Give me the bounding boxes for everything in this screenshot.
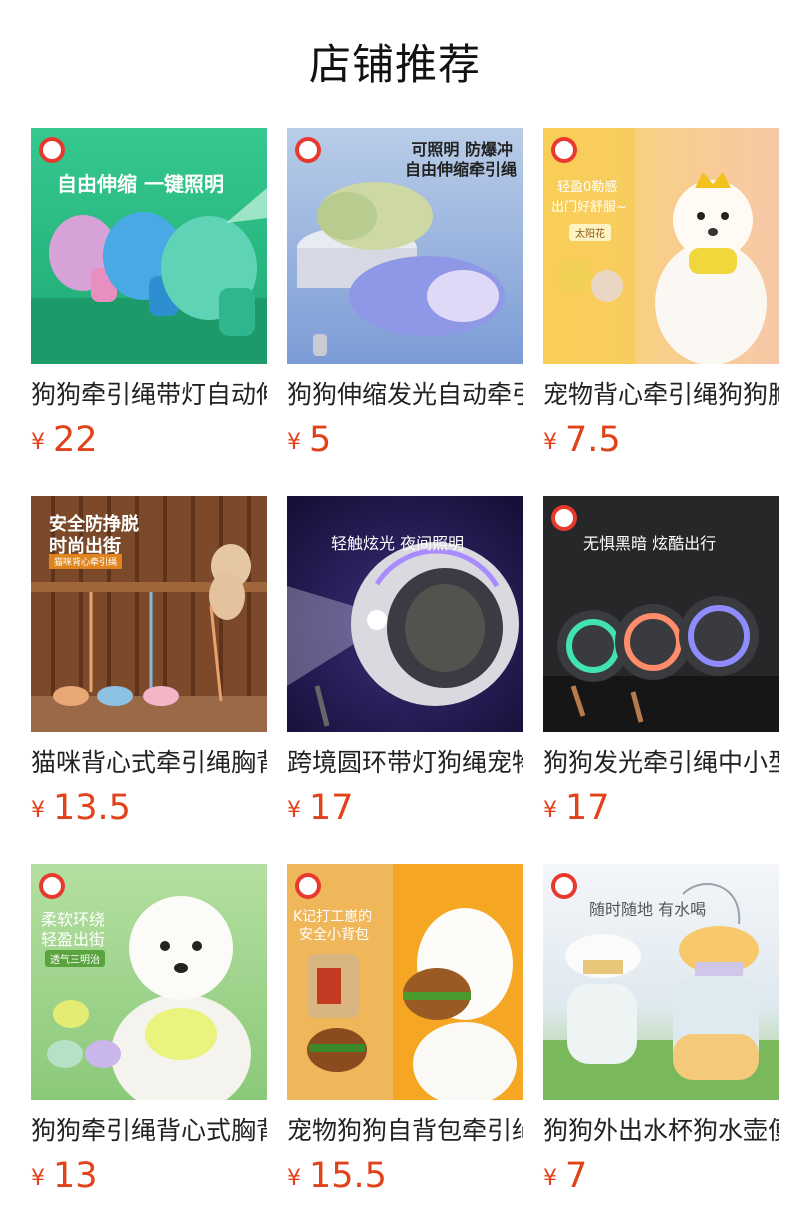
product-price: ¥13 [31, 1154, 267, 1198]
brand-logo-icon [295, 873, 321, 899]
product-name[interactable]: 狗狗伸缩发光自动牵引绳 [287, 378, 523, 412]
product-card[interactable]: 安全防挣脱 时尚出街 猫咪背心牵引绳 猫咪背心式牵引绳胸背带 ¥13.5 [31, 496, 267, 864]
product-image[interactable]: 安全防挣脱 时尚出街 猫咪背心牵引绳 [31, 496, 267, 732]
currency-symbol: ¥ [543, 430, 557, 455]
image-caption: 轻盈出街 [41, 930, 106, 949]
image-caption: 无惧黑暗 炫酷出行 [583, 534, 717, 553]
image-caption: 安全小背包 [299, 927, 369, 943]
product-image[interactable]: 随时随地 有水喝 [543, 864, 779, 1100]
price-value: 15.5 [309, 1156, 387, 1196]
currency-symbol: ¥ [31, 798, 45, 823]
product-name[interactable]: 宠物狗狗自背包牵引绳 [287, 1114, 523, 1148]
product-image[interactable]: 轻盈0勒感 出门好舒服~ 太阳花 [543, 128, 779, 364]
currency-symbol: ¥ [31, 430, 45, 455]
page-title: 店铺推荐 [308, 40, 481, 89]
price-value: 22 [53, 420, 98, 460]
product-price: ¥5 [287, 418, 523, 462]
product-price: ¥13.5 [31, 786, 267, 830]
product-name[interactable]: 跨境圆环带灯狗绳宠物牵引 [287, 746, 523, 780]
image-caption: 轻盈0勒感 [557, 180, 618, 195]
price-value: 13 [53, 1156, 98, 1196]
price-value: 17 [565, 788, 610, 828]
product-card[interactable]: 轻盈0勒感 出门好舒服~ 太阳花 宠物背心牵引绳狗狗胸背 ¥7.5 [543, 128, 779, 496]
product-card[interactable]: 无惧黑暗 炫酷出行 狗狗发光牵引绳中小型犬 ¥17 [543, 496, 779, 864]
image-caption: K记打工崽的 [293, 909, 373, 925]
product-card[interactable]: 可照明 防爆冲 自由伸缩牵引绳 狗狗伸缩发光自动牵引绳 ¥5 [287, 128, 523, 496]
product-name[interactable]: 狗狗牵引绳带灯自动伸缩 [31, 378, 267, 412]
image-caption: 随时随地 有水喝 [589, 900, 707, 919]
brand-logo-icon [295, 137, 321, 163]
product-image[interactable]: 柔软环绕 轻盈出街 透气三明治 [31, 864, 267, 1100]
price-value: 7 [565, 1156, 588, 1196]
product-name[interactable]: 狗狗发光牵引绳中小型犬 [543, 746, 779, 780]
price-value: 17 [309, 788, 354, 828]
product-card[interactable]: 轻触炫光 夜间照明 跨境圆环带灯狗绳宠物牵引 ¥17 [287, 496, 523, 864]
product-card[interactable]: 柔软环绕 轻盈出街 透气三明治 狗狗牵引绳背心式胸背带 ¥13 [31, 864, 267, 1232]
product-name[interactable]: 猫咪背心式牵引绳胸背带 [31, 746, 267, 780]
product-price: ¥17 [543, 786, 779, 830]
currency-symbol: ¥ [543, 798, 557, 823]
product-price: ¥22 [31, 418, 267, 462]
brand-logo-icon [551, 505, 577, 531]
product-grid: 自由伸缩 一键照明 狗狗牵引绳带灯自动伸缩 ¥22 [31, 128, 779, 1232]
product-image[interactable]: 自由伸缩 一键照明 [31, 128, 267, 364]
image-caption: 出门好舒服~ [551, 200, 627, 215]
image-caption: 自由伸缩 一键照明 [57, 172, 224, 196]
brand-logo-icon [551, 137, 577, 163]
brand-logo-icon [551, 873, 577, 899]
price-value: 7.5 [565, 420, 621, 460]
currency-symbol: ¥ [543, 1166, 557, 1191]
product-card[interactable]: 随时随地 有水喝 狗狗外出水杯狗水壶便携 ¥7 [543, 864, 779, 1232]
product-image[interactable]: 无惧黑暗 炫酷出行 [543, 496, 779, 732]
product-price: ¥7 [543, 1154, 779, 1198]
product-image[interactable]: 轻触炫光 夜间照明 [287, 496, 523, 732]
product-price: ¥7.5 [543, 418, 779, 462]
image-tag: 太阳花 [569, 224, 611, 241]
image-caption: 自由伸缩牵引绳 [404, 160, 517, 179]
currency-symbol: ¥ [287, 430, 301, 455]
product-name[interactable]: 狗狗牵引绳背心式胸背带 [31, 1114, 267, 1148]
price-value: 13.5 [53, 788, 131, 828]
image-tag: 猫咪背心牵引绳 [49, 554, 123, 569]
currency-symbol: ¥ [287, 1166, 301, 1191]
product-image[interactable]: K记打工崽的 安全小背包 [287, 864, 523, 1100]
currency-symbol: ¥ [31, 1166, 45, 1191]
brand-logo-icon [39, 137, 65, 163]
brand-logo-icon [39, 873, 65, 899]
currency-symbol: ¥ [287, 798, 301, 823]
product-card[interactable]: K记打工崽的 安全小背包 宠物狗狗自背包牵引绳 ¥15.5 [287, 864, 523, 1232]
product-price: ¥17 [287, 786, 523, 830]
product-image[interactable]: 可照明 防爆冲 自由伸缩牵引绳 [287, 128, 523, 364]
price-value: 5 [309, 420, 332, 460]
image-tag: 透气三明治 [45, 950, 105, 967]
image-caption: 轻触炫光 夜间照明 [331, 534, 465, 553]
product-price: ¥15.5 [287, 1154, 523, 1198]
product-card[interactable]: 自由伸缩 一键照明 狗狗牵引绳带灯自动伸缩 ¥22 [31, 128, 267, 496]
product-name[interactable]: 宠物背心牵引绳狗狗胸背 [543, 378, 779, 412]
product-name[interactable]: 狗狗外出水杯狗水壶便携 [543, 1114, 779, 1148]
